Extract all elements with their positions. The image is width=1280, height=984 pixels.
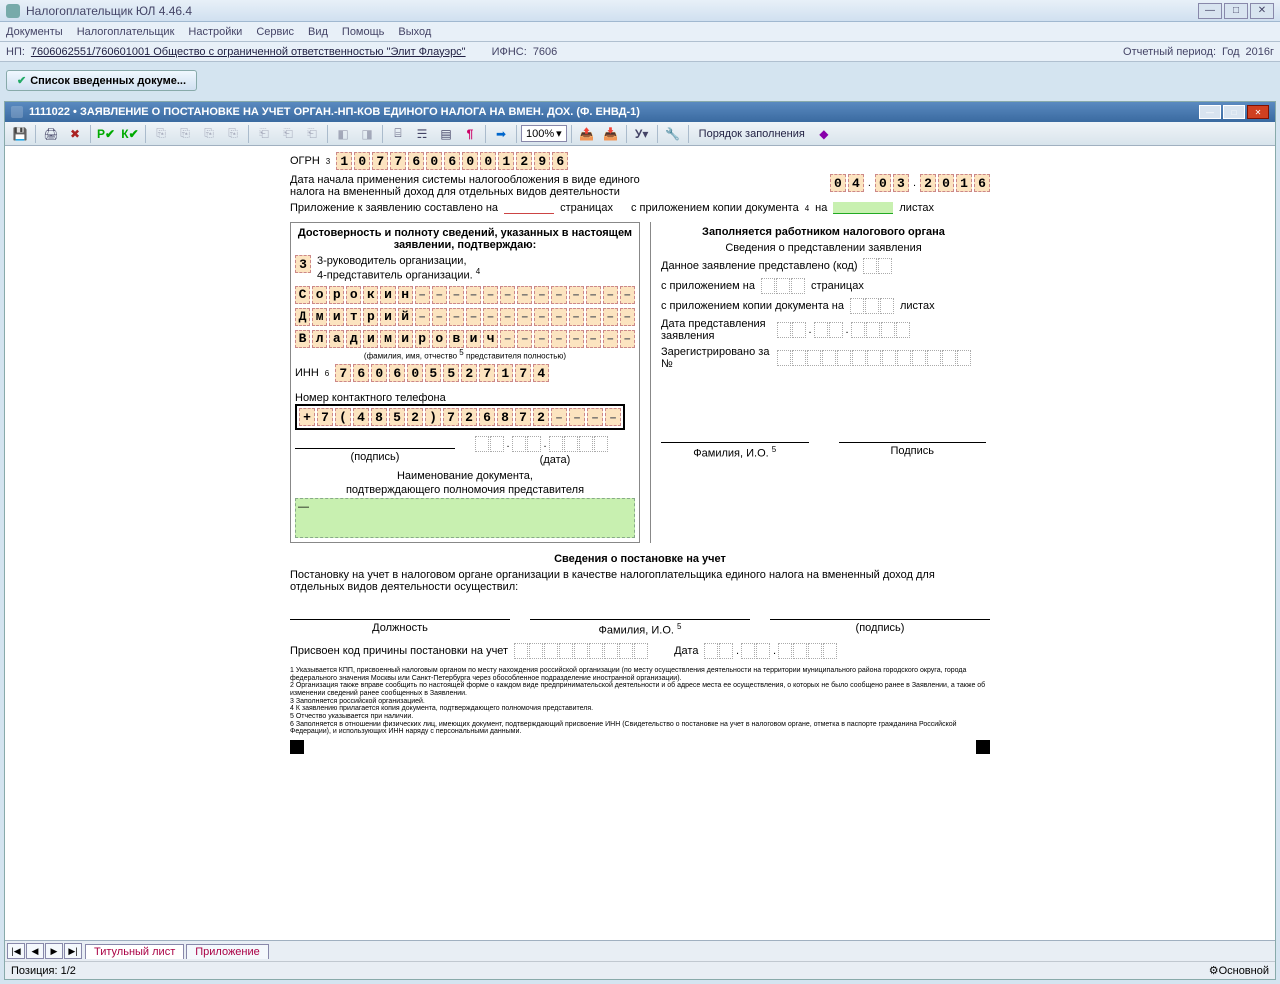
ifns-value: 7606 xyxy=(533,46,557,58)
date-start-field[interactable]: 0 4 . 0 3 . 2 0 1 6 xyxy=(830,174,990,192)
tab-title-page[interactable]: Титульный лист xyxy=(85,944,184,959)
arrow-right-icon[interactable]: ➡ xyxy=(490,124,512,144)
menu-exit[interactable]: Выход xyxy=(398,26,431,38)
confirm-title: Достоверность и полноту сведений, указан… xyxy=(295,227,635,251)
doc-list-label: Список введенных докуме... xyxy=(30,75,186,87)
zoom-select[interactable]: 100% ▾ xyxy=(521,125,567,142)
nav-prev[interactable]: ◀ xyxy=(26,943,44,959)
doc-list-button[interactable]: ✔ Список введенных докуме... xyxy=(6,70,197,91)
window-close[interactable]: ✕ xyxy=(1250,3,1274,19)
menu-view[interactable]: Вид xyxy=(308,26,328,38)
window-titlebar: Налогоплательщик ЮЛ 4.46.4 — □ ✕ xyxy=(0,0,1280,22)
tb-btn-11[interactable]: ☴ xyxy=(411,124,433,144)
doc-name-field[interactable]: — xyxy=(295,498,635,538)
doc-scroll[interactable]: ОГРН 3 1077606001296 Дата начала примене… xyxy=(5,146,1275,940)
menu-help[interactable]: Помощь xyxy=(342,26,385,38)
ogrn-sup: 3 xyxy=(326,157,330,166)
ifns-label: ИФНС: xyxy=(492,46,527,58)
print-icon[interactable]: 🖨 xyxy=(40,124,62,144)
menu-settings[interactable]: Настройки xyxy=(188,26,242,38)
patronymic-field[interactable]: Владимирович–––––––– xyxy=(295,330,635,348)
inn-label: ИНН xyxy=(295,367,319,379)
reg-text: Постановку на учет в налоговом органе ор… xyxy=(290,569,990,593)
nav-first[interactable]: |◀ xyxy=(7,943,25,959)
doc-maximize[interactable]: □ xyxy=(1223,105,1245,119)
app-pages-label: Приложение к заявлению составлено на xyxy=(290,202,498,214)
tb-btn-6: ⎗ xyxy=(277,124,299,144)
menu-taxpayer[interactable]: Налогоплательщик xyxy=(77,26,175,38)
doc-close[interactable]: ✕ xyxy=(1247,105,1269,119)
tb-btn-1: ⎘ xyxy=(150,124,172,144)
menubar: Документы Налогоплательщик Настройки Сер… xyxy=(0,22,1280,42)
np-label: НП: xyxy=(6,46,25,58)
name-field[interactable]: Дмитрий––––––––––––– xyxy=(295,308,635,326)
import-icon[interactable]: 📥 xyxy=(600,124,622,144)
tb-btn-8: ◧ xyxy=(332,124,354,144)
mode-label: Основной xyxy=(1219,965,1269,977)
np-link[interactable]: 7606062551/760601001 Общество с ограниче… xyxy=(31,46,466,58)
doc-title: 1111022 • ЗАЯВЛЕНИЕ О ПОСТАНОВКЕ НА УЧЕТ… xyxy=(29,106,640,118)
reg-title: Сведения о постановке на учет xyxy=(290,553,990,565)
app-copy-field[interactable] xyxy=(833,202,893,214)
tb-btn-9: ◨ xyxy=(356,124,378,144)
check-k-icon[interactable]: К✔ xyxy=(119,124,141,144)
official-title: Заполняется работником налогового органа xyxy=(661,226,986,238)
tb-btn-4: ⎘ xyxy=(222,124,244,144)
wand-icon[interactable]: 🔧 xyxy=(662,124,684,144)
order-link[interactable]: Порядок заполнения xyxy=(693,128,811,140)
infobar: НП: 7606062551/760601001 Общество с огра… xyxy=(0,42,1280,62)
app-icon xyxy=(6,4,20,18)
save-icon[interactable]: 💾 xyxy=(9,124,31,144)
person-type-field[interactable]: 3 xyxy=(295,255,311,273)
y-btn[interactable]: У▾ xyxy=(631,124,653,144)
marker-left xyxy=(290,740,304,754)
inn-field[interactable]: 760605527174 xyxy=(335,364,549,382)
help-icon[interactable]: ◆ xyxy=(813,124,835,144)
export-icon[interactable]: 📤 xyxy=(576,124,598,144)
page-nav: |◀ ◀ ▶ ▶| Титульный лист Приложение xyxy=(5,941,1275,961)
kpp-label: Присвоен код причины постановки на учет xyxy=(290,645,508,657)
chevron-down-icon: ▾ xyxy=(556,127,562,140)
delete-icon[interactable]: ✖ xyxy=(64,124,86,144)
tb-btn-5: ⎗ xyxy=(253,124,275,144)
footnotes: 1 Указывается КПП, присвоенный налоговым… xyxy=(290,667,990,736)
doc-titlebar: 1111022 • ЗАЯВЛЕНИЕ О ПОСТАНОВКЕ НА УЧЕТ… xyxy=(5,102,1275,122)
mode-icon: ⚙ xyxy=(1209,964,1219,977)
doc-minimize[interactable]: — xyxy=(1199,105,1221,119)
tb-btn-13[interactable]: ¶ xyxy=(459,124,481,144)
phone-field[interactable]: +7(4852)726872–––– xyxy=(295,404,625,430)
ogrn-label: ОГРН xyxy=(290,155,320,167)
period-type[interactable]: Год xyxy=(1222,46,1240,58)
document-window: 1111022 • ЗАЯВЛЕНИЕ О ПОСТАНОВКЕ НА УЧЕТ… xyxy=(4,101,1276,980)
menu-documents[interactable]: Документы xyxy=(6,26,63,38)
date-start-label: Дата начала применения системы налогообл… xyxy=(290,174,670,198)
check-r-icon[interactable]: Р✔ xyxy=(95,124,117,144)
zoom-value: 100% xyxy=(526,128,554,140)
period-label: Отчетный период: xyxy=(1123,46,1216,58)
ogrn-field[interactable]: 1077606001296 xyxy=(336,152,568,170)
app-pages-field[interactable] xyxy=(504,202,554,214)
tb-btn-3: ⎘ xyxy=(198,124,220,144)
tb-btn-7: ⎗ xyxy=(301,124,323,144)
doc-toolbar: 💾 🖨 ✖ Р✔ К✔ ⎘ ⎘ ⎘ ⎘ ⎗ ⎗ ⎗ ◧ ◨ ⌸ ☴ ▤ ¶ ➡ xyxy=(5,122,1275,146)
window-title: Налогоплательщик ЮЛ 4.46.4 xyxy=(26,4,1198,18)
menu-service[interactable]: Сервис xyxy=(256,26,294,38)
period-value[interactable]: 2016г xyxy=(1246,46,1274,58)
doc-icon xyxy=(11,106,23,118)
tab-appendix[interactable]: Приложение xyxy=(186,944,269,959)
position-label: Позиция: 1/2 xyxy=(11,965,76,977)
check-icon: ✔ xyxy=(17,74,26,87)
window-minimize[interactable]: — xyxy=(1198,3,1222,19)
phone-label: Номер контактного телефона xyxy=(295,392,635,404)
surname-field[interactable]: Сорокин––––––––––––– xyxy=(295,286,635,304)
sign-date-field[interactable]: . . xyxy=(475,436,635,452)
nav-next[interactable]: ▶ xyxy=(45,943,63,959)
window-maximize[interactable]: □ xyxy=(1224,3,1248,19)
marker-right xyxy=(976,740,990,754)
nav-last[interactable]: ▶| xyxy=(64,943,82,959)
tb-btn-2: ⎘ xyxy=(174,124,196,144)
tb-btn-10[interactable]: ⌸ xyxy=(387,124,409,144)
tb-btn-12[interactable]: ▤ xyxy=(435,124,457,144)
